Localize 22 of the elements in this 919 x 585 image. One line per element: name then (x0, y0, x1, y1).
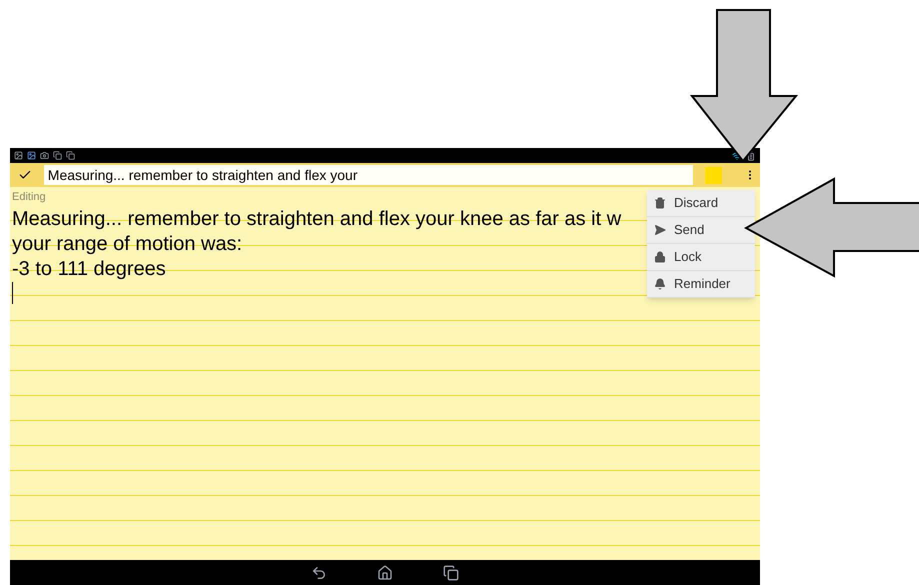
notification-icon (66, 151, 75, 160)
lock-icon (654, 251, 666, 263)
recent-apps-button[interactable] (443, 564, 459, 580)
status-label: Editing (11, 190, 47, 203)
title-field[interactable]: Measuring... remember to straighten and flex your (44, 165, 694, 185)
menu-item[interactable]: Reminder (647, 271, 755, 298)
text-cursor (12, 282, 13, 304)
menu-item[interactable]: Lock (647, 244, 755, 271)
notification-icon (27, 151, 36, 160)
trash-icon (654, 197, 666, 209)
note-line: Measuring... remember to straighten and flex your knee as far as it w (12, 207, 622, 232)
home-button[interactable] (377, 564, 393, 580)
color-swatch[interactable] (705, 166, 722, 184)
bell-icon (654, 278, 666, 290)
notification-icon (53, 151, 62, 160)
notification-icon (40, 151, 49, 160)
send-icon (654, 224, 666, 236)
menu-item[interactable]: Discard (647, 190, 755, 217)
notification-icon (14, 151, 23, 160)
note-line: your range of motion was: (12, 232, 242, 257)
note-line: -3 to 111 degrees (12, 257, 166, 282)
back-button[interactable] (311, 564, 327, 580)
